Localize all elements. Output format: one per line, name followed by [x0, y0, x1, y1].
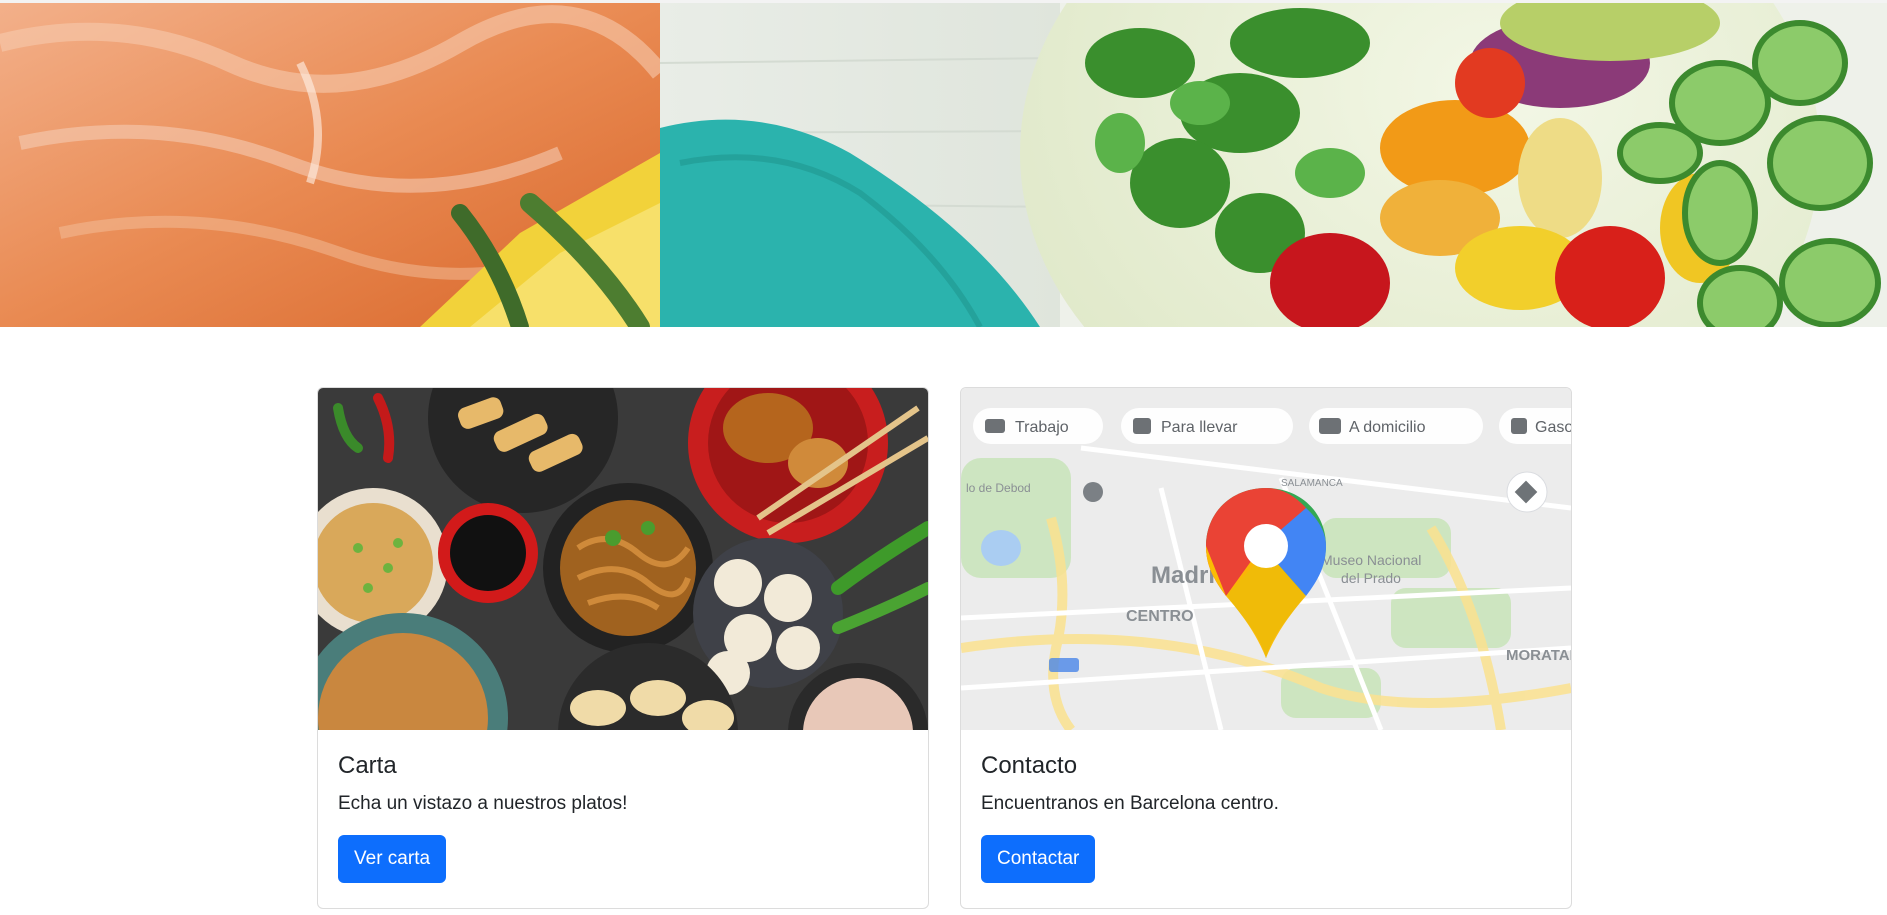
map-label-museo: Museo Nacional: [1321, 552, 1421, 568]
menu-card-text: Echa un vistazo a nuestros platos!: [338, 793, 628, 814]
menu-card-image: [318, 388, 928, 730]
contact-card-body: Contacto Encuentranos en Barcelona centr…: [961, 730, 1571, 903]
map-label-centro: CENTRO: [1126, 608, 1194, 625]
google-maps-preview: Madrid CENTRO MORATAL lo de Debod Museo …: [961, 388, 1571, 730]
contact-button[interactable]: Contactar: [981, 835, 1096, 883]
map-chip-para-llevar: Para llevar: [1161, 419, 1238, 436]
menu-card-title: Carta: [338, 752, 397, 779]
map-label-prado: del Prado: [1341, 570, 1401, 586]
map-label-debod: lo de Debod: [966, 481, 1031, 495]
menu-card: Carta Echa un vistazo a nuestros platos!…: [317, 387, 929, 909]
cards-row: Carta Echa un vistazo a nuestros platos!…: [317, 387, 1572, 909]
contact-card-title: Contacto: [981, 752, 1078, 779]
map-label-salamanca: SALAMANCA: [1281, 478, 1343, 489]
map-chip-trabajo: Trabajo: [1015, 419, 1069, 436]
hero-food-image: [0, 3, 1881, 327]
menu-card-body: Carta Echa un vistazo a nuestros platos!…: [318, 730, 928, 903]
view-menu-button[interactable]: Ver carta: [338, 835, 447, 883]
contact-card: Madrid CENTRO MORATAL lo de Debod Museo …: [960, 387, 1572, 909]
map-label-moratalaz: MORATAL: [1506, 647, 1571, 664]
map-chip-a-domicilio: A domicilio: [1349, 419, 1426, 436]
hero-banner: [0, 0, 1887, 327]
asian-dishes-photo: [318, 388, 928, 730]
contact-card-image: Madrid CENTRO MORATAL lo de Debod Museo …: [961, 388, 1571, 730]
map-chip-gaso: Gaso: [1535, 419, 1571, 436]
contact-card-text: Encuentranos en Barcelona centro.: [981, 793, 1279, 814]
